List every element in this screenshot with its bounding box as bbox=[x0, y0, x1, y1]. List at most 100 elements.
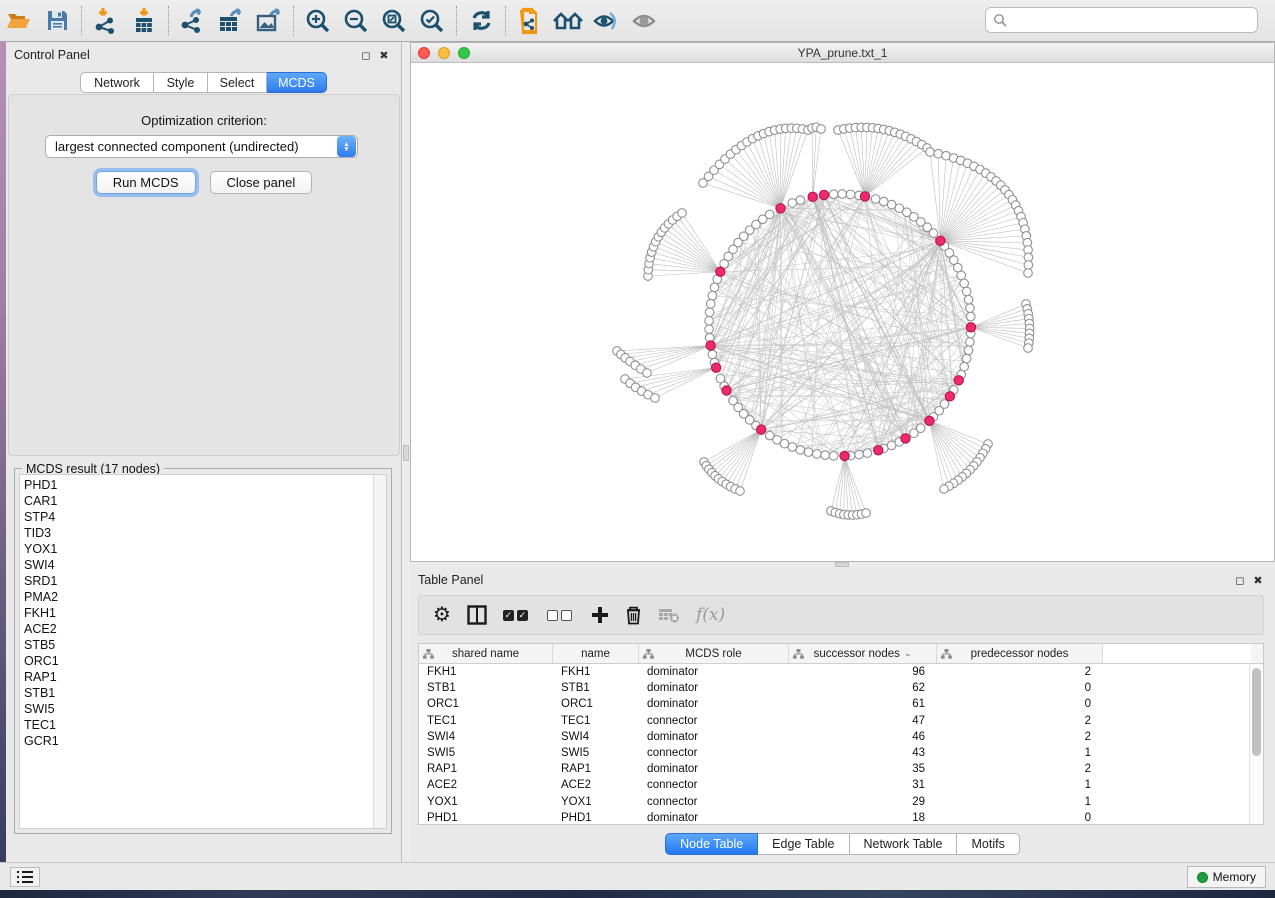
cell-successor-nodes[interactable]: 29 bbox=[789, 796, 937, 808]
network-node[interactable] bbox=[966, 304, 975, 313]
mcds-result-item[interactable]: STP4 bbox=[24, 509, 59, 525]
delete-table-icon[interactable] bbox=[658, 601, 680, 629]
home-button[interactable] bbox=[549, 3, 587, 39]
network-node[interactable] bbox=[708, 291, 717, 300]
cell-MCDS-role[interactable]: connector bbox=[639, 796, 789, 808]
network-node[interactable] bbox=[960, 279, 969, 288]
cell-successor-nodes[interactable]: 18 bbox=[789, 812, 937, 824]
cell-shared-name[interactable]: STB1 bbox=[419, 682, 553, 694]
export-network-button[interactable] bbox=[174, 3, 212, 39]
import-network-button[interactable] bbox=[87, 3, 125, 39]
float-panel-icon[interactable]: ◻ bbox=[357, 49, 375, 62]
mcds-network-node[interactable] bbox=[901, 434, 910, 443]
mcds-result-item[interactable]: SRD1 bbox=[24, 573, 59, 589]
network-node[interactable] bbox=[871, 195, 880, 204]
cell-MCDS-role[interactable]: connector bbox=[639, 715, 789, 727]
cell-successor-nodes[interactable]: 43 bbox=[789, 747, 937, 759]
table-row[interactable]: SWI4SWI4dominator462 bbox=[419, 729, 1263, 745]
cell-MCDS-role[interactable]: connector bbox=[639, 747, 789, 759]
run-mcds-button[interactable]: Run MCDS bbox=[96, 171, 196, 194]
mcds-result-item[interactable]: TEC1 bbox=[24, 717, 59, 733]
cell-predecessor-nodes[interactable]: 0 bbox=[937, 698, 1103, 710]
cell-predecessor-nodes[interactable]: 1 bbox=[937, 747, 1103, 759]
mcds-network-node[interactable] bbox=[819, 190, 828, 199]
mcds-network-node[interactable] bbox=[945, 392, 954, 401]
scrollbar-thumb[interactable] bbox=[1252, 668, 1261, 756]
mcds-list-scrollbar[interactable] bbox=[373, 475, 386, 828]
hide-graphics-details-button[interactable] bbox=[587, 3, 625, 39]
network-canvas[interactable] bbox=[411, 63, 1274, 561]
network-node[interactable] bbox=[1024, 269, 1033, 278]
tab-mcds[interactable]: MCDS bbox=[267, 72, 327, 93]
save-session-button[interactable] bbox=[38, 3, 76, 39]
table-row[interactable]: ORC1ORC1dominator610 bbox=[419, 696, 1263, 712]
mcds-network-node[interactable] bbox=[860, 192, 869, 201]
cell-name[interactable]: FKH1 bbox=[553, 666, 639, 678]
network-node[interactable] bbox=[821, 451, 830, 460]
zoom-out-button[interactable] bbox=[337, 3, 375, 39]
column-header-shared-name[interactable]: shared name bbox=[419, 644, 553, 663]
tab-select[interactable]: Select bbox=[208, 72, 267, 93]
cell-name[interactable]: SWI5 bbox=[553, 747, 639, 759]
cell-predecessor-nodes[interactable]: 2 bbox=[937, 731, 1103, 743]
open-file-button[interactable] bbox=[0, 3, 38, 39]
cell-successor-nodes[interactable]: 35 bbox=[789, 763, 937, 775]
table-row[interactable]: FKH1FKH1dominator962 bbox=[419, 664, 1263, 680]
cell-MCDS-role[interactable]: dominator bbox=[639, 698, 789, 710]
cell-MCDS-role[interactable]: connector bbox=[639, 779, 789, 791]
network-node[interactable] bbox=[934, 149, 943, 158]
table-row[interactable]: SWI5SWI5connector431 bbox=[419, 745, 1263, 761]
vertical-splitter[interactable] bbox=[402, 42, 410, 862]
memory-button[interactable]: Memory bbox=[1187, 866, 1266, 888]
mcds-result-item[interactable]: STB5 bbox=[24, 637, 59, 653]
network-node[interactable] bbox=[829, 452, 838, 461]
network-node[interactable] bbox=[879, 197, 888, 206]
toggle-panel-mode-icon[interactable] bbox=[467, 601, 487, 629]
mcds-result-item[interactable]: PMA2 bbox=[24, 589, 59, 605]
network-node[interactable] bbox=[736, 487, 745, 496]
mcds-network-node[interactable] bbox=[711, 363, 720, 372]
network-node[interactable] bbox=[862, 509, 871, 518]
cell-predecessor-nodes[interactable]: 0 bbox=[937, 682, 1103, 694]
cell-name[interactable]: ORC1 bbox=[553, 698, 639, 710]
cell-successor-nodes[interactable]: 46 bbox=[789, 731, 937, 743]
tab-node-table[interactable]: Node Table bbox=[665, 833, 758, 855]
network-node[interactable] bbox=[838, 190, 847, 199]
mcds-result-item[interactable]: TID3 bbox=[24, 525, 59, 541]
close-panel-icon[interactable]: ✖ bbox=[375, 49, 393, 62]
network-node[interactable] bbox=[643, 369, 652, 378]
network-node[interactable] bbox=[846, 190, 855, 199]
network-node[interactable] bbox=[812, 450, 821, 459]
tab-style[interactable]: Style bbox=[154, 72, 208, 93]
cell-name[interactable]: PHD1 bbox=[553, 812, 639, 824]
cell-predecessor-nodes[interactable]: 1 bbox=[937, 779, 1103, 791]
mcds-result-item[interactable]: ORC1 bbox=[24, 653, 59, 669]
mcds-network-node[interactable] bbox=[936, 236, 945, 245]
mcds-network-node[interactable] bbox=[716, 267, 725, 276]
table-row[interactable]: PHD1PHD1dominator180 bbox=[419, 810, 1263, 826]
zoom-selected-button[interactable] bbox=[413, 3, 451, 39]
cell-shared-name[interactable]: TEC1 bbox=[419, 715, 553, 727]
network-file-share-button[interactable] bbox=[511, 3, 549, 39]
cell-MCDS-role[interactable]: dominator bbox=[639, 812, 789, 824]
cell-MCDS-role[interactable]: dominator bbox=[639, 682, 789, 694]
network-node[interactable] bbox=[705, 308, 714, 317]
network-node[interactable] bbox=[708, 350, 717, 359]
network-node[interactable] bbox=[926, 148, 935, 157]
mcds-network-node[interactable] bbox=[756, 425, 765, 434]
table-scrollbar[interactable] bbox=[1249, 664, 1263, 824]
export-table-button[interactable] bbox=[212, 3, 250, 39]
table-settings-icon[interactable]: ⚙ bbox=[433, 601, 451, 629]
network-node[interactable] bbox=[916, 424, 925, 433]
mcds-network-node[interactable] bbox=[776, 204, 785, 213]
mcds-result-item[interactable]: ACE2 bbox=[24, 621, 59, 637]
network-node[interactable] bbox=[887, 200, 896, 209]
tab-network[interactable]: Network bbox=[80, 72, 154, 93]
close-panel-button[interactable]: Close panel bbox=[210, 171, 313, 194]
task-history-button[interactable] bbox=[10, 867, 40, 887]
network-node[interactable] bbox=[817, 125, 826, 134]
network-window-titlebar[interactable]: YPA_prune.txt_1 bbox=[411, 43, 1274, 63]
mcds-result-item[interactable]: CAR1 bbox=[24, 493, 59, 509]
delete-columns-icon[interactable] bbox=[625, 601, 642, 629]
mcds-network-node[interactable] bbox=[722, 386, 731, 395]
